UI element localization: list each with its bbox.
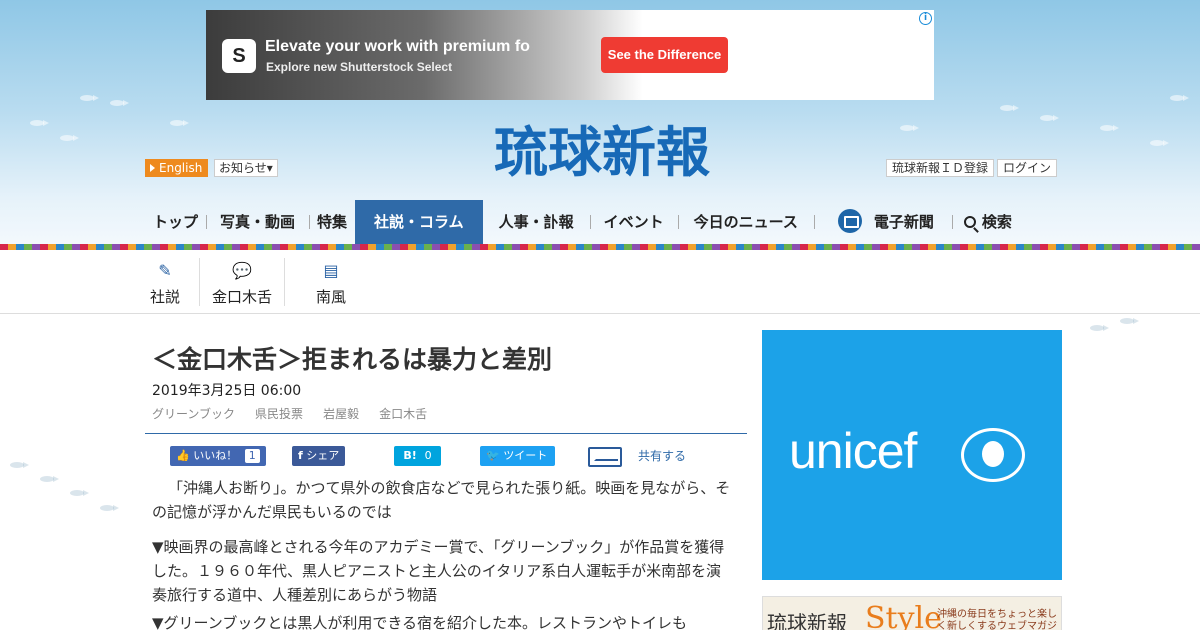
tag-link[interactable]: 金口木舌 — [379, 405, 427, 422]
nav-todays-news[interactable]: 今日のニュース — [677, 200, 814, 244]
article-paragraph: ▼グリーンブックとは黒人が利用できる宿を紹介した本。レストランやトイレも — [152, 614, 688, 630]
nav-features[interactable]: 特集 — [309, 200, 355, 244]
unicef-emblem-icon — [961, 428, 1025, 482]
shutterstock-logo: S — [222, 39, 256, 73]
nav-e-newspaper[interactable]: 電子新聞 — [813, 200, 952, 244]
like-count: 1 — [244, 449, 260, 463]
e-newspaper-icon — [837, 208, 862, 233]
fish-decoration — [40, 476, 59, 482]
facebook-like-button[interactable]: 👍 いいね！ 1 — [170, 446, 266, 466]
fish-decoration — [1150, 140, 1169, 146]
style-banner-word: Style — [865, 601, 942, 630]
search-icon — [963, 216, 976, 228]
nav-top[interactable]: トップ — [145, 200, 206, 244]
fish-decoration — [1040, 115, 1059, 121]
subnav-kinkuchi-label: 金口木舌 — [211, 288, 272, 306]
share-all-label: 共有する — [638, 449, 687, 463]
hatena-count: 0 — [424, 449, 432, 462]
nav-search-label: 検索 — [981, 213, 1012, 231]
message-icon: ▤ — [323, 261, 339, 280]
article-tags: グリーンブック 県民投票 岩屋毅 金口木舌 — [152, 405, 427, 422]
notice-dropdown[interactable]: お知らせ▾ — [214, 159, 278, 177]
subnav-nanpu[interactable]: ▤ 南風 — [313, 250, 349, 314]
article-title: ＜金口木舌＞拒まれるは暴力と差別 — [152, 345, 553, 374]
subnav-editorial[interactable]: ✎ 社説 — [148, 250, 182, 314]
fish-decoration — [1100, 125, 1119, 131]
ad-subline: Explore new Shutterstock Select — [266, 60, 453, 74]
nav-search[interactable]: 検索 — [951, 200, 1024, 244]
fish-decoration — [900, 125, 919, 131]
subnav-nanpu-label: 南風 — [315, 288, 346, 306]
divider — [145, 433, 747, 434]
hatena-label: B! — [403, 449, 417, 462]
fish-decoration — [110, 100, 129, 106]
fish-decoration — [70, 490, 89, 496]
fish-decoration — [1120, 318, 1139, 324]
ryukyu-style-banner[interactable]: 琉球新報 Style 沖縄の毎日をちょっと楽しく新しくするウェブマガジン — [762, 596, 1062, 630]
fish-decoration — [170, 120, 189, 126]
tweet-button[interactable]: 🐦 ツイート — [480, 446, 555, 466]
speech-bubble-icon: 💬 — [232, 261, 252, 280]
article-paragraph: ▼映画界の最高峰とされる今年のアカデミー賞で、「グリーンブック」が作品賞を獲得し… — [152, 538, 725, 604]
tweet-label: ツイート — [503, 449, 548, 462]
pen-icon: ✎ — [158, 261, 172, 280]
tag-link[interactable]: 岩屋毅 — [323, 405, 359, 422]
nav-personnel-obituaries[interactable]: 人事・訃報 — [483, 200, 590, 244]
article-date: 2019年3月25日 06:00 — [152, 383, 302, 399]
share-all-button[interactable]: 共有する — [588, 444, 686, 468]
nav-events[interactable]: イベント — [589, 200, 678, 244]
fish-decoration — [1170, 95, 1189, 101]
tag-link[interactable]: グリーンブック — [152, 405, 235, 422]
fish-decoration — [10, 462, 29, 468]
nav-editorials-columns[interactable]: 社説・コラム — [355, 200, 483, 244]
nav-e-newspaper-label: 電子新聞 — [873, 213, 934, 231]
facebook-icon: f — [298, 449, 303, 462]
site-logo[interactable]: 琉球新報 — [452, 121, 752, 183]
fish-decoration — [1090, 325, 1109, 331]
like-label: いいね！ — [193, 449, 238, 462]
english-button[interactable]: English — [145, 159, 209, 177]
subnav-editorial-label: 社説 — [149, 288, 180, 306]
thumbs-up-icon: 👍 — [176, 449, 190, 462]
style-banner-tagline: 沖縄の毎日をちょっと楽しく新しくするウェブマガジン — [937, 609, 1057, 630]
style-banner-brand: 琉球新報 — [767, 611, 847, 630]
fish-decoration — [1000, 105, 1019, 111]
fish-decoration — [30, 120, 49, 126]
subnav-divider — [284, 258, 285, 306]
hatena-bookmark-button[interactable]: B! 0 — [394, 446, 441, 466]
ad-headline: Elevate your work with premium fo — [265, 38, 530, 55]
id-register-button[interactable]: 琉球新報ＩＤ登録 — [886, 159, 995, 177]
unicef-ad[interactable]: unicef — [762, 330, 1062, 580]
ad-cta-button[interactable]: See the Difference — [601, 37, 728, 73]
fish-decoration — [100, 505, 119, 511]
tag-link[interactable]: 県民投票 — [255, 405, 303, 422]
envelope-icon — [588, 446, 622, 467]
info-icon[interactable]: i — [919, 12, 932, 25]
subnav-divider — [199, 258, 200, 306]
fish-decoration — [80, 95, 99, 101]
nav-photo-video[interactable]: 写真・動画 — [206, 200, 309, 244]
login-button[interactable]: ログイン — [997, 159, 1058, 177]
unicef-wordmark: unicef — [789, 423, 917, 479]
facebook-share-button[interactable]: f シェア — [292, 446, 346, 466]
article-paragraph: 「沖縄人お断り」。かつて県外の飲食店などで見られた張り紙。映画を見ながら、その記… — [152, 479, 731, 521]
main-nav: トップ 写真・動画 特集 社説・コラム 人事・訃報 イベント 今日のニュース 電… — [145, 200, 1024, 244]
fish-decoration — [60, 135, 79, 141]
sub-nav: ✎ 社説 💬 金口木舌 ▤ 南風 — [0, 250, 1200, 314]
ad-banner[interactable]: S Elevate your work with premium fo Expl… — [206, 10, 934, 100]
twitter-icon: 🐦 — [486, 449, 500, 462]
subnav-kinkuchi-mokuzetsu[interactable]: 💬 金口木舌 — [209, 250, 275, 314]
share-label: シェア — [306, 449, 340, 462]
